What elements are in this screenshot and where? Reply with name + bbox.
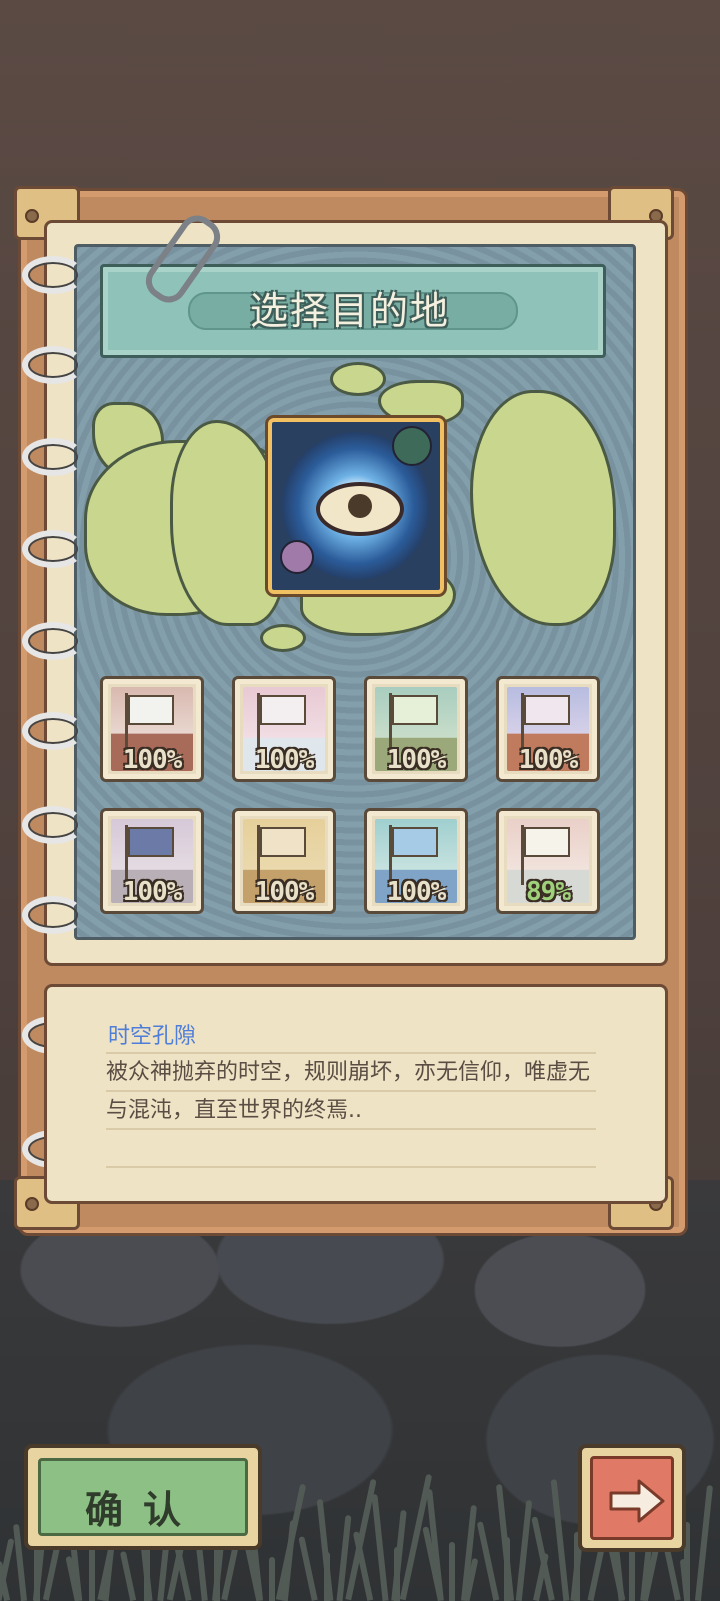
binder-ring-icon (22, 622, 84, 660)
region-progress: 100% (254, 877, 315, 907)
region-progress: 89% (526, 877, 571, 907)
eye-icon (316, 482, 404, 536)
region-progress: 100% (386, 745, 447, 775)
arrow-right-icon (609, 1479, 665, 1523)
binder-ring-icon (22, 438, 84, 476)
binder-ring-icon (22, 712, 84, 750)
binder-ring-icon (22, 896, 84, 934)
region-progress: 100% (122, 745, 183, 775)
next-button-face (590, 1456, 674, 1540)
planet-icon (392, 426, 432, 466)
region-card-4[interactable]: 100% (496, 676, 600, 782)
planet-icon (280, 540, 314, 574)
grass-blade (504, 1537, 510, 1601)
grass-blade (449, 1542, 455, 1601)
grass-blade (269, 1557, 275, 1601)
confirm-label: 确认 (84, 1488, 201, 1532)
region-card-8[interactable]: 89% (496, 808, 600, 914)
region-card-2[interactable]: 100% (232, 676, 336, 782)
confirm-button-face: 确认 (38, 1458, 248, 1536)
binder-ring-icon (22, 806, 84, 844)
region-progress: 100% (254, 745, 315, 775)
map-island (260, 624, 306, 652)
binder-ring-icon (22, 346, 84, 384)
ruled-line (106, 1166, 596, 1168)
region-card-1[interactable]: 100% (100, 676, 204, 782)
region-card-3[interactable]: 100% (364, 676, 468, 782)
region-progress: 100% (518, 745, 579, 775)
map-island (330, 362, 386, 396)
destination-name: 时空孔隙 (108, 1024, 197, 1049)
region-card-6[interactable]: 100% (232, 808, 336, 914)
region-card-7[interactable]: 100% (364, 808, 468, 914)
destination-description: 被众神抛弃的时空，规则崩坏，亦无信仰，唯虚无与混沌，直至世界的终焉.. (106, 1060, 591, 1123)
binder-ring-icon (22, 530, 84, 568)
confirm-button[interactable]: 确认 (24, 1444, 262, 1550)
region-card-5[interactable]: 100% (100, 808, 204, 914)
region-progress: 100% (122, 877, 183, 907)
binder-ring-icon (22, 256, 84, 294)
next-button[interactable] (578, 1444, 686, 1552)
grass-blade (324, 1552, 330, 1601)
region-progress: 100% (386, 877, 447, 907)
